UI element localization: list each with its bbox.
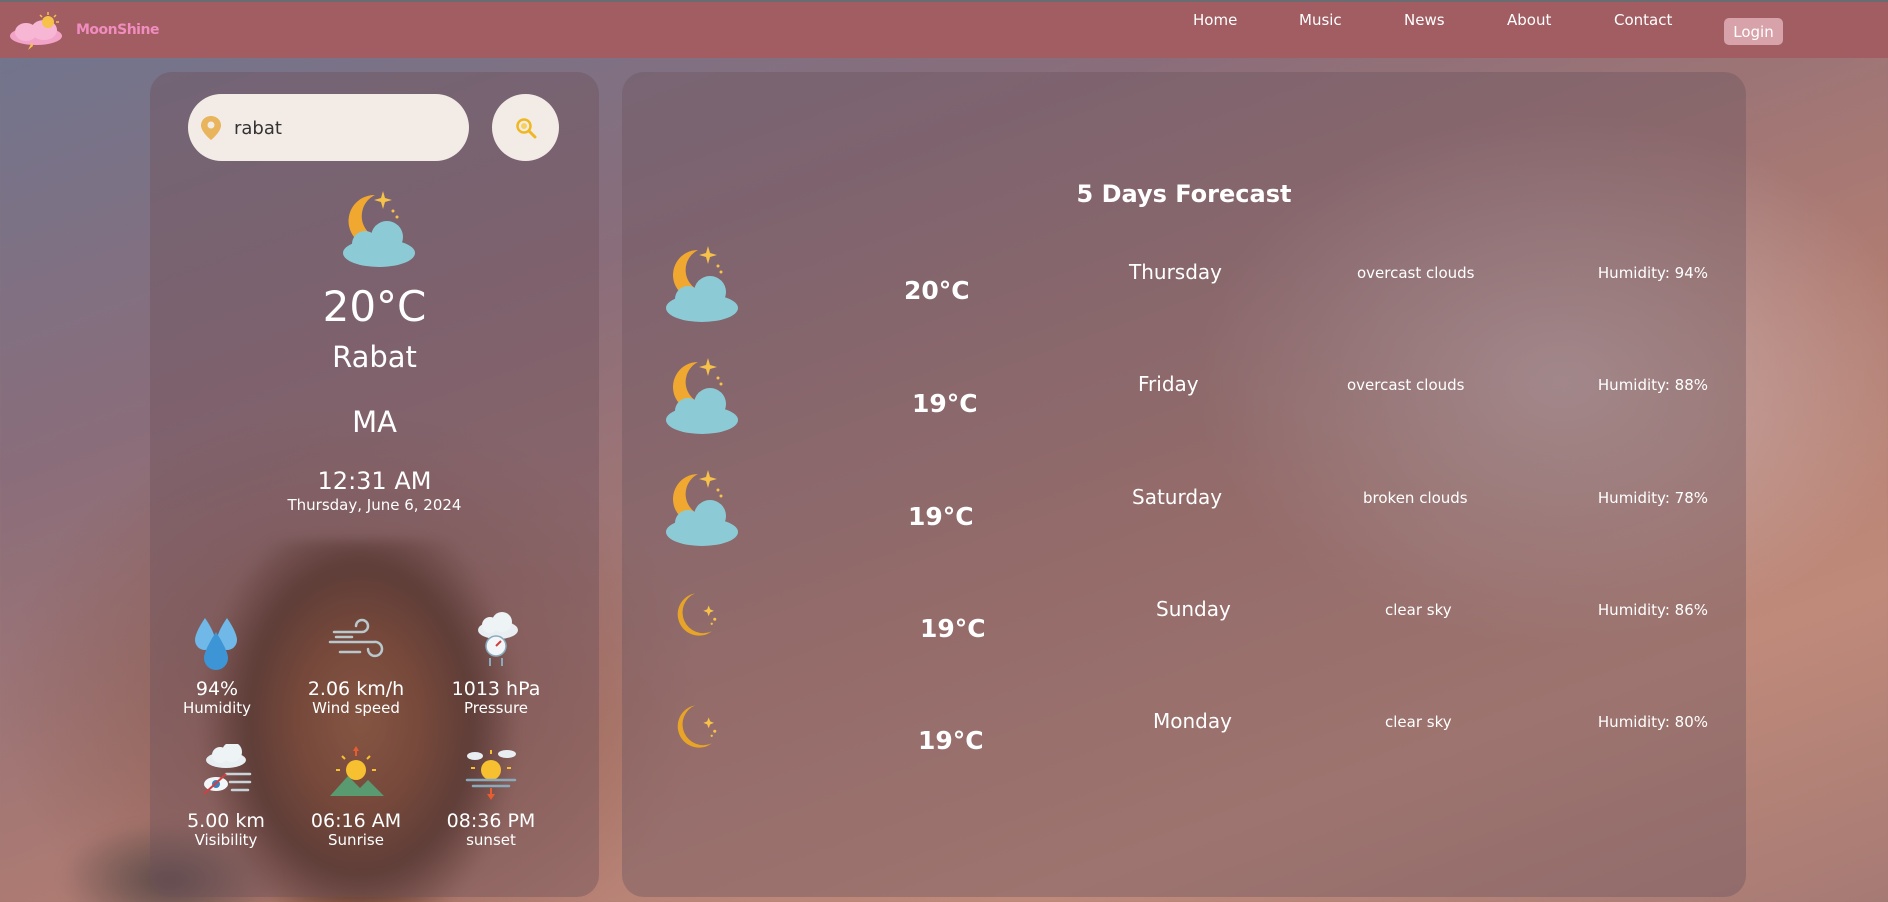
forecast-row: 20°C Thursday overcast clouds Humidity: … — [622, 244, 1746, 334]
stat-pressure: 1013 hPa Pressure — [426, 612, 566, 717]
nav-music[interactable]: Music — [1299, 11, 1342, 29]
moon-cloud-icon — [343, 191, 415, 267]
forecast-humidity: Humidity: 88% — [1597, 376, 1708, 394]
sunrise-icon — [330, 746, 384, 796]
forecast-day: Monday — [1153, 709, 1232, 733]
sunset-value: 08:36 PM — [446, 810, 536, 832]
moon-cloud-icon — [666, 470, 738, 546]
city-search-input[interactable] — [234, 114, 454, 142]
brand-name: MoonShine — [76, 22, 159, 38]
forecast-temp: 19°C — [912, 389, 978, 418]
visibility-value: 5.00 km — [187, 810, 265, 832]
humidity-label: Humidity — [182, 699, 251, 717]
forecast-temp: 19°C — [908, 502, 974, 531]
brand-logo[interactable]: MoonShine — [6, 10, 159, 50]
country-code: MA — [352, 405, 397, 439]
forecast-temp: 20°C — [904, 276, 970, 305]
sunset-label: sunset — [466, 831, 516, 849]
sunrise-label: Sunrise — [328, 831, 384, 849]
nav-about[interactable]: About — [1507, 11, 1551, 29]
forecast-temp: 19°C — [920, 614, 986, 643]
search-button[interactable] — [492, 94, 559, 161]
current-weather-panel: 20°C Rabat MA 12:31 AM Thursday, June 6,… — [150, 72, 599, 897]
moon-icon — [677, 593, 717, 636]
humidity-value: 94% — [195, 678, 239, 700]
stat-sunset: 08:36 PM sunset — [421, 744, 561, 849]
forecast-humidity: Humidity: 78% — [1597, 489, 1708, 507]
stat-wind: 2.06 km/h Wind speed — [286, 612, 426, 717]
forecast-humidity: Humidity: 94% — [1597, 264, 1708, 282]
sunrise-value: 06:16 AM — [310, 810, 402, 832]
forecast-humidity: Humidity: 80% — [1597, 713, 1708, 731]
location-pin-icon — [201, 116, 221, 140]
search-box — [188, 94, 469, 161]
wind-icon — [328, 618, 384, 658]
visibility-icon — [203, 742, 252, 795]
current-temperature: 20°C — [322, 282, 427, 331]
forecast-day: Friday — [1138, 372, 1199, 396]
local-time: 12:31 AM — [317, 467, 432, 495]
moon-cloud-icon — [666, 358, 738, 434]
stat-visibility: 5.00 km Visibility — [156, 742, 296, 849]
forecast-row: 19°C Friday overcast clouds Humidity: 88… — [622, 356, 1746, 446]
wind-value: 2.06 km/h — [307, 678, 405, 700]
search-icon — [515, 117, 536, 138]
forecast-row: 19°C Saturday broken clouds Humidity: 78… — [622, 468, 1746, 558]
pressure-label: Pressure — [463, 699, 529, 717]
nav-home[interactable]: Home — [1193, 11, 1237, 29]
local-date: Thursday, June 6, 2024 — [287, 496, 462, 514]
forecast-description: clear sky — [1385, 601, 1452, 619]
moon-cloud-icon — [666, 246, 738, 322]
logo-cloud-icon — [10, 12, 62, 50]
city-name: Rabat — [332, 340, 417, 374]
visibility-label: Visibility — [194, 831, 258, 849]
forecast-description: broken clouds — [1363, 489, 1468, 507]
forecast-row: 19°C Monday clear sky Humidity: 80% — [622, 692, 1746, 782]
forecast-description: overcast clouds — [1347, 376, 1465, 394]
pressure-gauge-icon — [478, 612, 518, 666]
stat-sunrise: 06:16 AM Sunrise — [286, 744, 426, 849]
forecast-humidity: Humidity: 86% — [1597, 601, 1708, 619]
forecast-day: Thursday — [1129, 260, 1222, 284]
humidity-drops-icon — [195, 618, 237, 670]
forecast-day: Saturday — [1132, 485, 1223, 509]
forecast-description: overcast clouds — [1357, 264, 1475, 282]
nav-contact[interactable]: Contact — [1614, 11, 1672, 29]
stat-humidity: 94% Humidity — [147, 612, 287, 717]
moon-icon — [677, 705, 717, 748]
wind-label: Wind speed — [312, 699, 400, 717]
pressure-value: 1013 hPa — [451, 678, 541, 700]
forecast-description: clear sky — [1385, 713, 1452, 731]
navbar: MoonShine Home Music News About Contact … — [0, 0, 1888, 58]
forecast-panel: 5 Days Forecast 20°C Thursday overcast c… — [622, 72, 1746, 897]
forecast-row: 19°C Sunday clear sky Humidity: 86% — [622, 580, 1746, 670]
nav-news[interactable]: News — [1404, 11, 1445, 29]
sunset-icon — [465, 750, 517, 800]
forecast-title: 5 Days Forecast — [1076, 180, 1292, 208]
login-button[interactable]: Login — [1724, 18, 1783, 45]
forecast-day: Sunday — [1156, 597, 1231, 621]
forecast-temp: 19°C — [918, 726, 984, 755]
